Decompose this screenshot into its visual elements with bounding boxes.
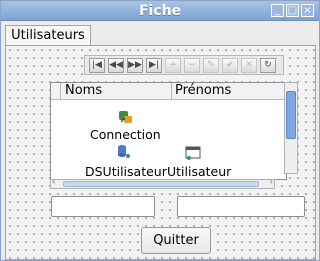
dataset-label: Utilisateur	[167, 164, 232, 179]
refresh-icon[interactable]: ↻	[260, 58, 276, 73]
scroll-left-icon[interactable]: ‹	[52, 177, 55, 186]
prenom-field[interactable]	[177, 196, 305, 217]
column-header-noms[interactable]: Noms	[61, 83, 172, 100]
database-connection-icon[interactable]	[117, 109, 133, 125]
horizontal-scroll-thumb[interactable]	[63, 181, 259, 187]
last-icon[interactable]: ▶|	[146, 58, 162, 73]
connection-label: Connection	[90, 127, 161, 142]
grid-indicator-column	[51, 83, 61, 100]
db-navigator: |◀ ◀◀ ▶▶ ▶| + − ✎ ✔ ✕ ↻	[84, 55, 284, 75]
insert-icon[interactable]: +	[165, 58, 181, 73]
nom-field[interactable]	[51, 196, 155, 217]
edit-icon[interactable]: ✎	[203, 58, 219, 73]
cancel-icon[interactable]: ✕	[241, 58, 257, 73]
post-icon[interactable]: ✔	[222, 58, 238, 73]
next-icon[interactable]: ▶▶	[127, 58, 143, 73]
title-bar[interactable]: Fiche _ □ ×	[1, 1, 319, 21]
datasource-label: DSUtilisateur	[85, 164, 167, 179]
grid-vertical-scrollbar[interactable]	[284, 82, 298, 174]
first-icon[interactable]: |◀	[89, 58, 105, 73]
column-header-prenoms[interactable]: Prénoms	[172, 83, 286, 100]
delete-icon[interactable]: −	[184, 58, 200, 73]
dataset-table-icon[interactable]	[185, 145, 201, 161]
form-window: Fiche _ □ × Utilisateurs |◀ ◀◀ ▶▶ ▶| + −…	[0, 0, 320, 261]
prior-icon[interactable]: ◀◀	[108, 58, 124, 73]
datasource-icon[interactable]	[115, 144, 131, 160]
close-icon[interactable]: ×	[301, 4, 314, 17]
tab-utilisateurs[interactable]: Utilisateurs	[5, 25, 91, 46]
vertical-scroll-thumb[interactable]	[286, 91, 296, 139]
minimize-icon[interactable]: _	[271, 4, 284, 17]
scroll-right-icon[interactable]: ›	[270, 177, 273, 186]
quit-button[interactable]: Quitter	[141, 227, 211, 254]
grid-horizontal-scrollbar[interactable]: ‹ ›	[50, 177, 275, 189]
maximize-icon[interactable]: □	[286, 4, 299, 17]
